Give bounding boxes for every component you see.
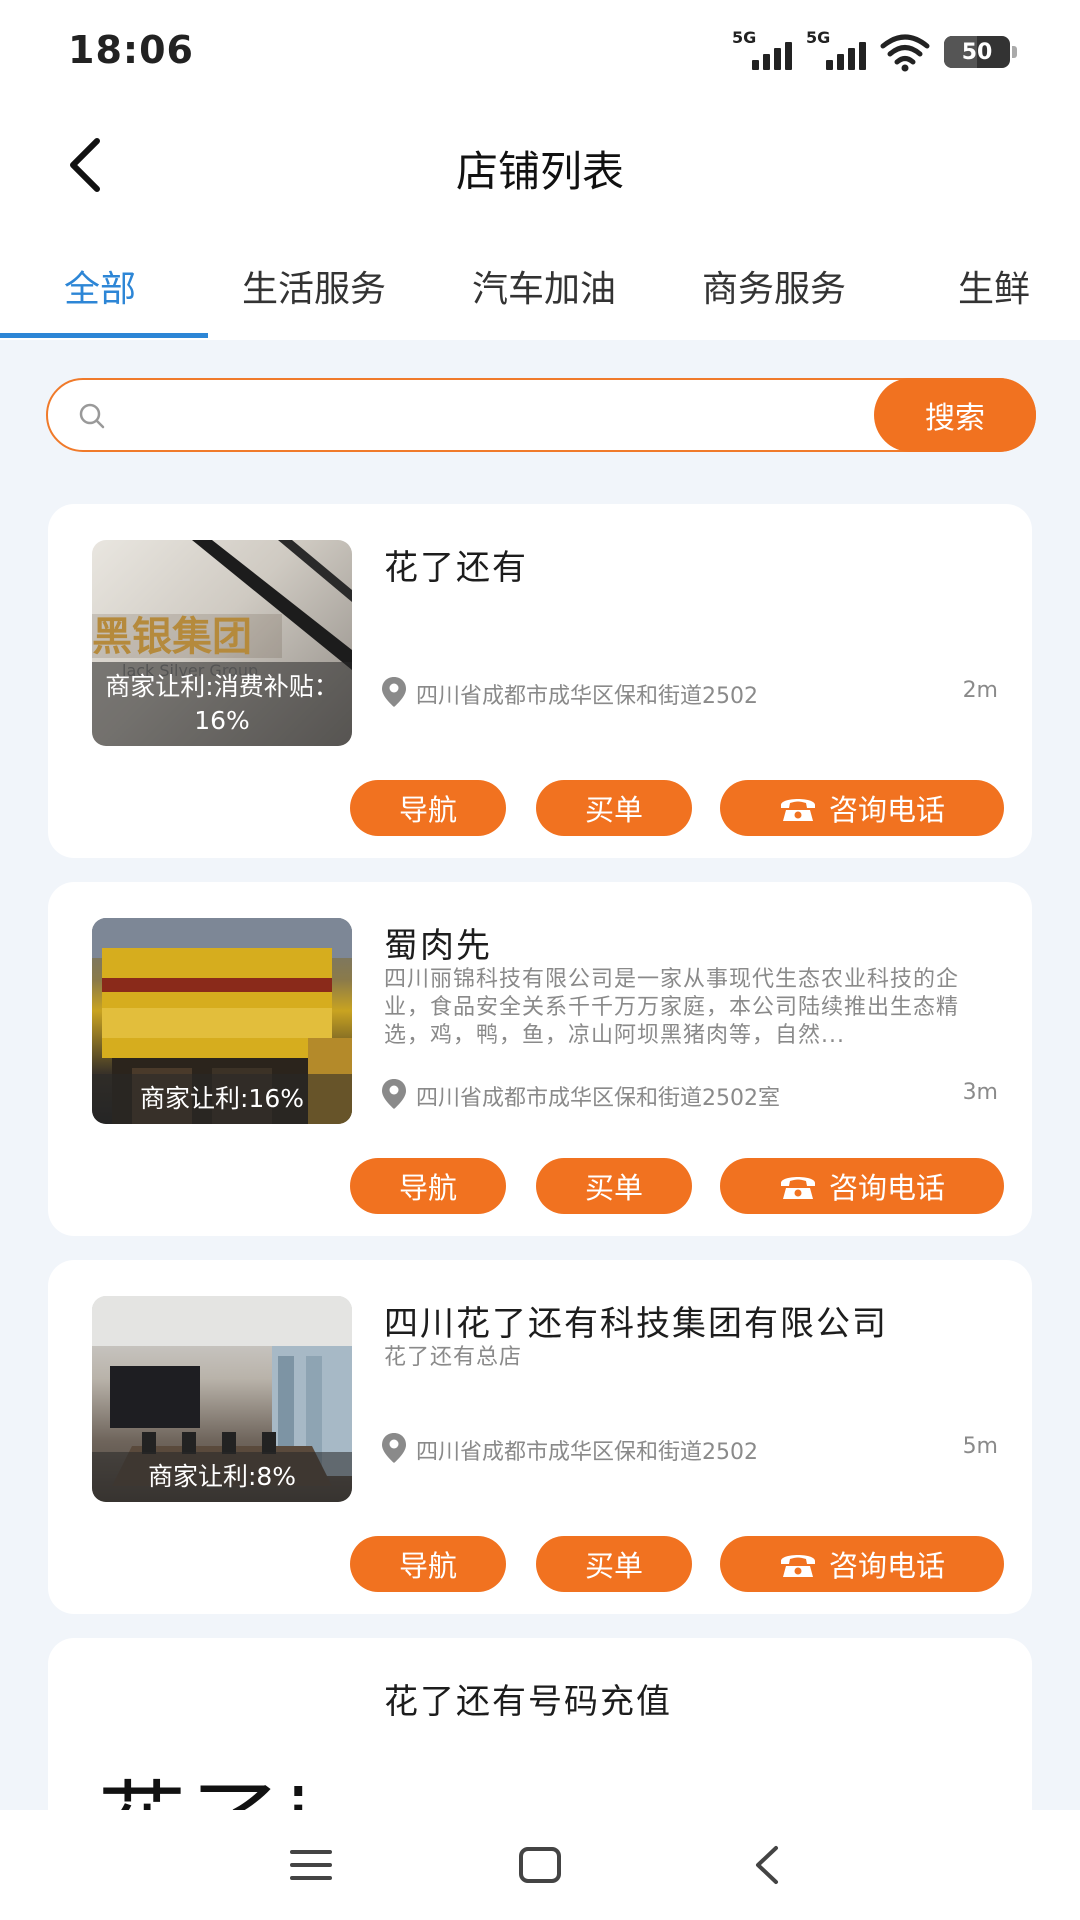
pay-button[interactable]: 买单 — [536, 1158, 692, 1214]
thumb-caption: 商家让利:消费补贴：16% — [92, 662, 352, 746]
home-icon[interactable] — [515, 1842, 565, 1888]
tab-all[interactable]: 全部 — [64, 260, 136, 312]
call-button[interactable]: 咨询电话 — [720, 1158, 1004, 1214]
address-row: 四川省成都市成华区保和街道2502室 3m — [382, 1078, 998, 1111]
category-tabs: 全部 生活服务 汽车加油 商务服务 生鲜 — [0, 228, 1080, 340]
shop-description: 四川丽锦科技有限公司是一家从事现代生态农业科技的企业，食品安全关系千千万万家庭，… — [384, 967, 960, 1048]
search-icon — [79, 403, 105, 429]
shop-distance: 5m — [962, 1434, 998, 1459]
shop-address: 四川省成都市成华区保和街道2502 — [416, 1440, 758, 1465]
pay-button[interactable]: 买单 — [536, 1536, 692, 1592]
location-pin-icon — [382, 677, 406, 707]
page-title: 店铺列表 — [455, 147, 624, 196]
status-icons: 5G 5G 50 — [732, 28, 1017, 72]
status-bar: 18:06 5G 5G 50 — [0, 0, 1080, 100]
pay-button[interactable]: 买单 — [536, 780, 692, 836]
tab-business-services[interactable]: 商务服务 — [702, 260, 846, 312]
address-row: 四川省成都市成华区保和街道2502 2m — [382, 676, 998, 709]
shop-description: 花了还有总店 — [384, 1345, 523, 1370]
tab-car-fuel[interactable]: 汽车加油 — [472, 260, 616, 312]
call-label: 咨询电话 — [828, 793, 945, 827]
status-time: 18:06 — [68, 28, 194, 72]
shop-card[interactable]: 黑银集团 lack Silver Group 商家让利:消费补贴：16% 花了还… — [48, 504, 1032, 858]
shop-thumbnail: 黑银集团 lack Silver Group 商家让利:消费补贴：16% — [92, 540, 352, 746]
shop-card[interactable]: 商家让利:16% 蜀肉先 四川丽锦科技有限公司是一家从事现代生态农业科技的企业，… — [48, 882, 1032, 1236]
navigate-button[interactable]: 导航 — [350, 1158, 506, 1214]
thumb-caption: 商家让利:16% — [92, 1074, 352, 1124]
search-bar: 搜索 — [46, 378, 1036, 452]
system-nav-bar — [0, 1810, 1080, 1920]
location-pin-icon — [382, 1079, 406, 1109]
shop-thumbnail: 商家让利:8% — [92, 1296, 352, 1502]
call-button[interactable]: 咨询电话 — [720, 1536, 1004, 1592]
shop-thumbnail: 商家让利:16% — [92, 918, 352, 1124]
svg-text:黑银集团: 黑银集团 — [92, 614, 252, 660]
header: 店铺列表 — [0, 100, 1080, 228]
phone-icon — [780, 1555, 815, 1577]
signal-icon: 5G — [806, 28, 866, 72]
battery-icon: 50 — [944, 36, 1017, 68]
tab-underline — [0, 333, 208, 338]
shop-address: 四川省成都市成华区保和街道2502 — [416, 684, 758, 709]
tab-life-services[interactable]: 生活服务 — [242, 260, 386, 312]
back-icon[interactable] — [744, 1842, 794, 1888]
tab-fresh[interactable]: 生鲜 — [958, 260, 1030, 312]
shop-address: 四川省成都市成华区保和街道2502室 — [416, 1086, 780, 1111]
signal-icon: 5G — [732, 28, 792, 72]
navigate-button[interactable]: 导航 — [350, 780, 506, 836]
shop-distance: 3m — [962, 1080, 998, 1105]
menu-icon[interactable] — [286, 1842, 336, 1888]
search-button[interactable]: 搜索 — [874, 378, 1036, 452]
call-label: 咨询电话 — [828, 1171, 945, 1205]
phone-icon — [780, 799, 815, 821]
address-row: 四川省成都市成华区保和街道2502 5m — [382, 1432, 998, 1465]
call-button[interactable]: 咨询电话 — [720, 780, 1004, 836]
call-label: 咨询电话 — [828, 1549, 945, 1583]
phone-icon — [780, 1177, 815, 1199]
shop-name: 花了还有 — [384, 548, 528, 588]
shop-name: 花了还有号码充值 — [384, 1682, 672, 1722]
shop-name: 四川花了还有科技集团有限公司 — [384, 1304, 888, 1344]
location-pin-icon — [382, 1433, 406, 1463]
shop-name: 蜀肉先 — [384, 926, 492, 966]
navigate-button[interactable]: 导航 — [350, 1536, 506, 1592]
wifi-icon — [880, 34, 930, 72]
shop-distance: 2m — [962, 678, 998, 703]
shop-card[interactable]: 商家让利:8% 四川花了还有科技集团有限公司 花了还有总店 四川省成都市成华区保… — [48, 1260, 1032, 1614]
thumb-caption: 商家让利:8% — [92, 1452, 352, 1502]
